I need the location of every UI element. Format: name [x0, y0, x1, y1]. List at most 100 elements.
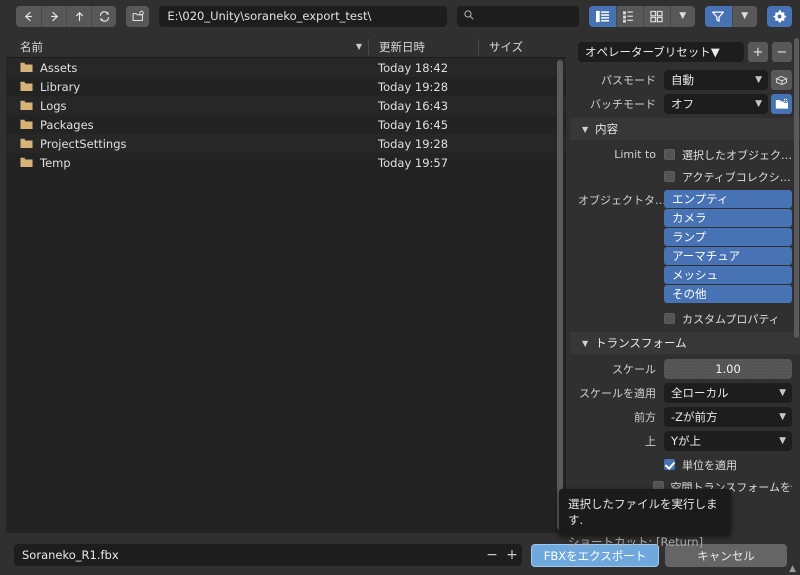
file-list-scrollbar[interactable]: [557, 60, 563, 530]
limit-active-collection-label: アクティブコレクシ…: [682, 170, 791, 184]
limit-to-row-1: Limit to 選択したオブジェク…: [578, 145, 792, 164]
apply-scale-row: スケールを適用 全ローカル ▼: [578, 383, 792, 403]
up-axis-value: Yが上: [671, 434, 702, 448]
back-icon[interactable]: [16, 5, 41, 27]
decrement-button[interactable]: −: [482, 544, 502, 566]
apply-scale-dropdown[interactable]: 全ローカル ▼: [664, 383, 792, 403]
forward-axis-dropdown[interactable]: -Zが前方 ▼: [664, 407, 792, 427]
blender-file-browser-window: E:\020_Unity\soraneko_export_test\ ▼ ▼ 名…: [0, 0, 800, 575]
table-row[interactable]: Assets Today 18:42: [6, 58, 566, 77]
table-row[interactable]: Packages Today 16:45: [6, 115, 566, 134]
scale-label: スケール: [612, 363, 656, 376]
scale-slider[interactable]: 1.00: [664, 359, 792, 379]
limit-to-row-2: アクティブコレクシ…: [578, 167, 792, 186]
remove-preset-button[interactable]: −: [772, 42, 792, 62]
forward-axis-value: -Zが前方: [671, 410, 718, 424]
forward-axis-label: 前方: [634, 411, 656, 424]
up-axis-label: 上: [645, 435, 656, 448]
batch-mode-dropdown[interactable]: オフ ▼: [664, 94, 768, 114]
object-type-mesh[interactable]: メッシュ: [664, 266, 792, 284]
display-mode-group: ▼: [588, 5, 695, 27]
folder-icon: [20, 62, 33, 73]
column-header-date[interactable]: 更新日時: [368, 38, 478, 55]
display-mode-thumbnails-icon[interactable]: [642, 5, 670, 27]
path-mode-relative-icon[interactable]: [771, 70, 792, 90]
folder-icon: [20, 138, 33, 149]
filter-icon[interactable]: [704, 5, 732, 27]
custom-properties-checkbox[interactable]: [664, 313, 675, 324]
display-mode-vertical-list-icon[interactable]: [588, 5, 616, 27]
chevron-down-icon: ▼: [779, 412, 786, 422]
limit-selected-objects-checkbox[interactable]: [664, 149, 675, 160]
forward-icon[interactable]: [41, 5, 66, 27]
tooltip-shortcut: ショートカット: [Return]: [568, 535, 704, 549]
apply-unit-checkbox[interactable]: [664, 459, 675, 470]
file-list-column-headers: 名前 ▼ 更新日時 サイズ: [6, 36, 566, 58]
increment-button[interactable]: +: [502, 544, 522, 566]
parent-directory-icon[interactable]: [66, 5, 91, 27]
filter-options-chevron-down-icon[interactable]: ▼: [731, 5, 757, 27]
column-header-name[interactable]: 名前 ▼: [6, 39, 368, 55]
limit-selected-objects-label: 選択したオブジェク…: [682, 148, 792, 162]
up-axis-row: 上 Yが上 ▼: [578, 431, 792, 451]
operator-preset-dropdown[interactable]: オペレーターブリセット ▼: [578, 42, 744, 62]
chevron-down-icon: ▼: [779, 436, 786, 446]
batch-mode-label: バッチモード: [590, 98, 656, 111]
chevron-down-icon: ▼: [755, 99, 762, 109]
column-header-size[interactable]: サイズ: [478, 38, 566, 55]
display-mode-horizontal-list-icon[interactable]: [615, 5, 643, 27]
tooltip-description: 選択したファイルを実行します.: [568, 497, 718, 527]
forward-axis-row: 前方 -Zが前方 ▼: [578, 407, 792, 427]
table-row[interactable]: Temp Today 19:57: [6, 153, 566, 172]
folder-icon: [20, 81, 33, 92]
search-icon: [463, 9, 475, 24]
table-row[interactable]: Library Today 19:28: [6, 77, 566, 96]
apply-scale-value: 全ローカル: [671, 386, 729, 400]
table-row[interactable]: Logs Today 16:43: [6, 96, 566, 115]
object-type-empty[interactable]: エンプティ: [664, 190, 792, 208]
file-list-region[interactable]: 名前 ▼ 更新日時 サイズ Assets Today 18:42 Library…: [6, 36, 566, 533]
execute-tooltip: 選択したファイルを実行します. ショートカット: [Return]: [559, 489, 731, 549]
up-axis-dropdown[interactable]: Yが上 ▼: [664, 431, 792, 451]
limit-active-collection-checkbox[interactable]: [664, 171, 675, 182]
batch-own-dir-icon[interactable]: [771, 94, 792, 114]
panel-scrollbar[interactable]: [794, 38, 799, 338]
filename-input[interactable]: Soraneko_R1.fbx: [14, 544, 522, 566]
file-date: Today 19:28: [378, 79, 449, 94]
apply-unit-row: 単位を適用: [578, 455, 792, 474]
gear-icon[interactable]: [766, 5, 792, 27]
directory-path-input[interactable]: E:\020_Unity\soraneko_export_test\: [159, 5, 448, 27]
chevron-down-icon: ▼: [755, 75, 762, 85]
file-date: Today 19:57: [378, 155, 449, 170]
add-preset-button[interactable]: +: [748, 42, 768, 62]
file-name: ProjectSettings: [40, 136, 127, 151]
display-options-chevron-down-icon[interactable]: ▼: [669, 5, 695, 27]
export-options-panel: オペレーターブリセット ▼ + − パスモード 自動 ▼ バッチモード オフ ▼…: [570, 36, 800, 533]
path-mode-dropdown[interactable]: 自動 ▼: [664, 70, 768, 90]
object-type-camera[interactable]: カメラ: [664, 209, 792, 227]
limit-to-label: Limit to: [614, 148, 656, 161]
file-date: Today 19:28: [378, 136, 449, 151]
content-section-header[interactable]: ▼ 内容: [570, 118, 800, 140]
object-type-lamp[interactable]: ランプ: [664, 228, 792, 246]
custom-properties-row: カスタムプロパティ: [578, 309, 792, 328]
operator-preset-row: オペレーターブリセット ▼ + −: [570, 36, 800, 70]
refresh-icon[interactable]: [91, 5, 116, 27]
object-type-other[interactable]: その他: [664, 285, 792, 303]
scale-row: スケール 1.00: [578, 359, 792, 379]
triangle-down-icon: ▼: [582, 338, 589, 348]
scrollbar-thumb[interactable]: [557, 60, 563, 530]
new-directory-icon[interactable]: [126, 5, 150, 27]
object-type-armature[interactable]: アーマチュア: [664, 247, 792, 265]
object-types-list: エンプティ カメラ ランプ アーマチュア メッシュ その他: [664, 190, 792, 303]
chevron-down-icon: ▼: [710, 45, 720, 59]
transform-section-header[interactable]: ▼ トランスフォーム: [570, 332, 800, 354]
chevron-up-icon[interactable]: ▲: [789, 564, 796, 574]
search-input[interactable]: [457, 5, 579, 27]
file-date: Today 16:43: [378, 98, 449, 113]
folder-icon: [20, 100, 33, 111]
file-name: Packages: [40, 117, 94, 132]
table-row[interactable]: ProjectSettings Today 19:28: [6, 134, 566, 153]
operator-preset-value: オペレーターブリセット: [585, 45, 711, 59]
folder-icon: [20, 157, 33, 168]
